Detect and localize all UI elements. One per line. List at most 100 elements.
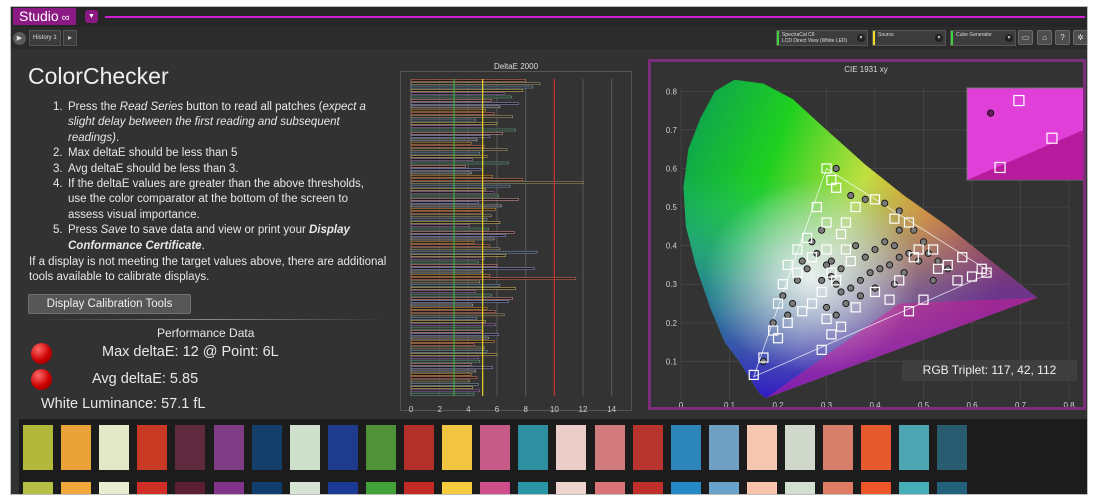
measured-swatch[interactable]	[404, 482, 434, 494]
measured-point	[890, 242, 898, 250]
reference-swatch[interactable]	[556, 425, 587, 470]
reference-swatch[interactable]	[518, 425, 549, 470]
tick-label: 8	[523, 405, 528, 414]
measured-swatch[interactable]	[518, 482, 549, 494]
step-text: Press the	[68, 101, 120, 113]
deltae-bar	[410, 383, 479, 386]
reference-swatch[interactable]	[61, 425, 92, 470]
measured-swatch[interactable]	[670, 482, 701, 494]
measured-swatch[interactable]	[594, 482, 625, 494]
reference-swatch[interactable]	[404, 425, 434, 470]
display-calibration-tools-button[interactable]: Display Calibration Tools	[28, 294, 191, 314]
deltae-bar	[410, 141, 472, 145]
help-icon[interactable]: ?	[1055, 30, 1070, 45]
reference-swatch[interactable]	[899, 425, 930, 470]
measured-swatch[interactable]	[251, 482, 282, 494]
deltae-bar	[410, 247, 501, 251]
measured-swatch[interactable]	[861, 482, 892, 494]
display-icon[interactable]: ▭	[1018, 30, 1033, 45]
meter-mode: LCD Direct View (White LED)	[782, 38, 848, 44]
add-tab-button[interactable]: ▸	[63, 30, 77, 46]
deltae-bar	[410, 155, 488, 158]
settings-icon[interactable]: ✲	[1073, 30, 1087, 45]
measured-swatch[interactable]	[823, 482, 854, 494]
home-icon[interactable]: ⌂	[1037, 30, 1052, 45]
measured-swatch[interactable]	[632, 482, 663, 494]
reference-swatch[interactable]	[327, 425, 358, 470]
reference-swatch[interactable]	[785, 425, 815, 470]
reference-swatch[interactable]	[137, 425, 168, 470]
reference-swatch[interactable]	[213, 425, 244, 470]
measured-swatch[interactable]	[746, 482, 777, 494]
deltae-bar	[410, 313, 505, 317]
measured-swatch[interactable]	[899, 482, 930, 494]
source-dropdown[interactable]: Source ▼	[872, 30, 946, 46]
reference-swatch[interactable]	[823, 425, 854, 470]
reference-swatch[interactable]	[289, 425, 320, 470]
measured-swatch[interactable]	[365, 482, 396, 494]
studio-logo[interactable]: Studio ∞	[13, 8, 76, 25]
meter-dropdown[interactable]: SpectraCal C6 LCD Direct View (White LED…	[776, 30, 868, 46]
reference-swatch[interactable]	[861, 425, 892, 470]
reference-swatch[interactable]	[594, 425, 625, 470]
measured-swatch[interactable]	[785, 482, 815, 494]
measured-point	[910, 226, 918, 234]
deltae-bar	[410, 293, 492, 297]
measured-swatch[interactable]	[480, 482, 511, 494]
measured-swatch[interactable]	[137, 482, 168, 494]
measured-swatch[interactable]	[708, 482, 739, 494]
measured-swatch[interactable]	[213, 482, 244, 494]
generator-dropdown[interactable]: Cube Generator ▼	[950, 30, 1016, 46]
reference-swatch[interactable]	[99, 425, 130, 470]
measured-point	[822, 303, 831, 311]
measured-swatch[interactable]	[442, 482, 473, 494]
title-bar: Studio ∞ ▼	[11, 7, 1087, 27]
tab-history-1[interactable]: History 1	[29, 30, 61, 46]
toolbar: ▶ History 1 ▸ SpectraCal C6 LCD Direct V…	[11, 27, 1087, 49]
measured-point	[832, 164, 840, 173]
reference-swatch[interactable]	[480, 425, 511, 470]
play-icon[interactable]: ▶	[13, 32, 26, 45]
deltae-bar	[410, 320, 486, 323]
reference-swatch[interactable]	[251, 425, 282, 470]
deltae-bar	[410, 175, 493, 178]
deltae-bar	[410, 151, 481, 155]
deltae-bar	[410, 376, 478, 379]
measured-swatch[interactable]	[556, 482, 587, 494]
deltae-bar	[410, 178, 524, 181]
deltae-bar	[410, 171, 472, 175]
performance-title: Performance Data	[157, 326, 255, 340]
deltae-bar	[410, 165, 466, 168]
reference-swatch[interactable]	[937, 425, 968, 470]
reference-swatch[interactable]	[708, 425, 739, 470]
measured-point	[881, 238, 889, 246]
y-tick-label: 0.1	[666, 357, 678, 366]
chevron-down-icon[interactable]: ▼	[1005, 34, 1013, 42]
reference-swatch[interactable]	[365, 425, 396, 470]
measured-swatch[interactable]	[175, 482, 206, 494]
infinity-icon: ∞	[61, 12, 70, 24]
deltae-bar	[410, 257, 485, 260]
measured-swatch[interactable]	[937, 482, 968, 494]
reference-swatch[interactable]	[175, 425, 206, 470]
reference-swatch[interactable]	[442, 425, 473, 470]
measured-swatch[interactable]	[327, 482, 358, 494]
measured-swatch[interactable]	[99, 482, 130, 494]
x-tick-label: 0.7	[1015, 401, 1027, 407]
reference-swatch[interactable]	[746, 425, 777, 470]
measured-swatch[interactable]	[289, 482, 320, 494]
read-series-emphasis: Read Series	[119, 101, 184, 113]
reference-swatch[interactable]	[670, 425, 701, 470]
tick-label: 6	[495, 405, 500, 414]
deltae-bar	[410, 379, 471, 383]
deltae-bar	[410, 128, 516, 132]
measured-swatch[interactable]	[61, 482, 92, 494]
x-tick-label: 0.1	[724, 401, 736, 407]
instruction-list: 1. Press the Read Series button to read a…	[53, 100, 383, 254]
chevron-down-icon[interactable]: ▼	[935, 34, 943, 42]
measured-swatch[interactable]	[23, 482, 53, 494]
reference-swatch[interactable]	[23, 425, 53, 470]
chevron-down-icon[interactable]: ▼	[85, 10, 98, 23]
chevron-down-icon[interactable]: ▼	[857, 34, 865, 42]
reference-swatch[interactable]	[632, 425, 663, 470]
